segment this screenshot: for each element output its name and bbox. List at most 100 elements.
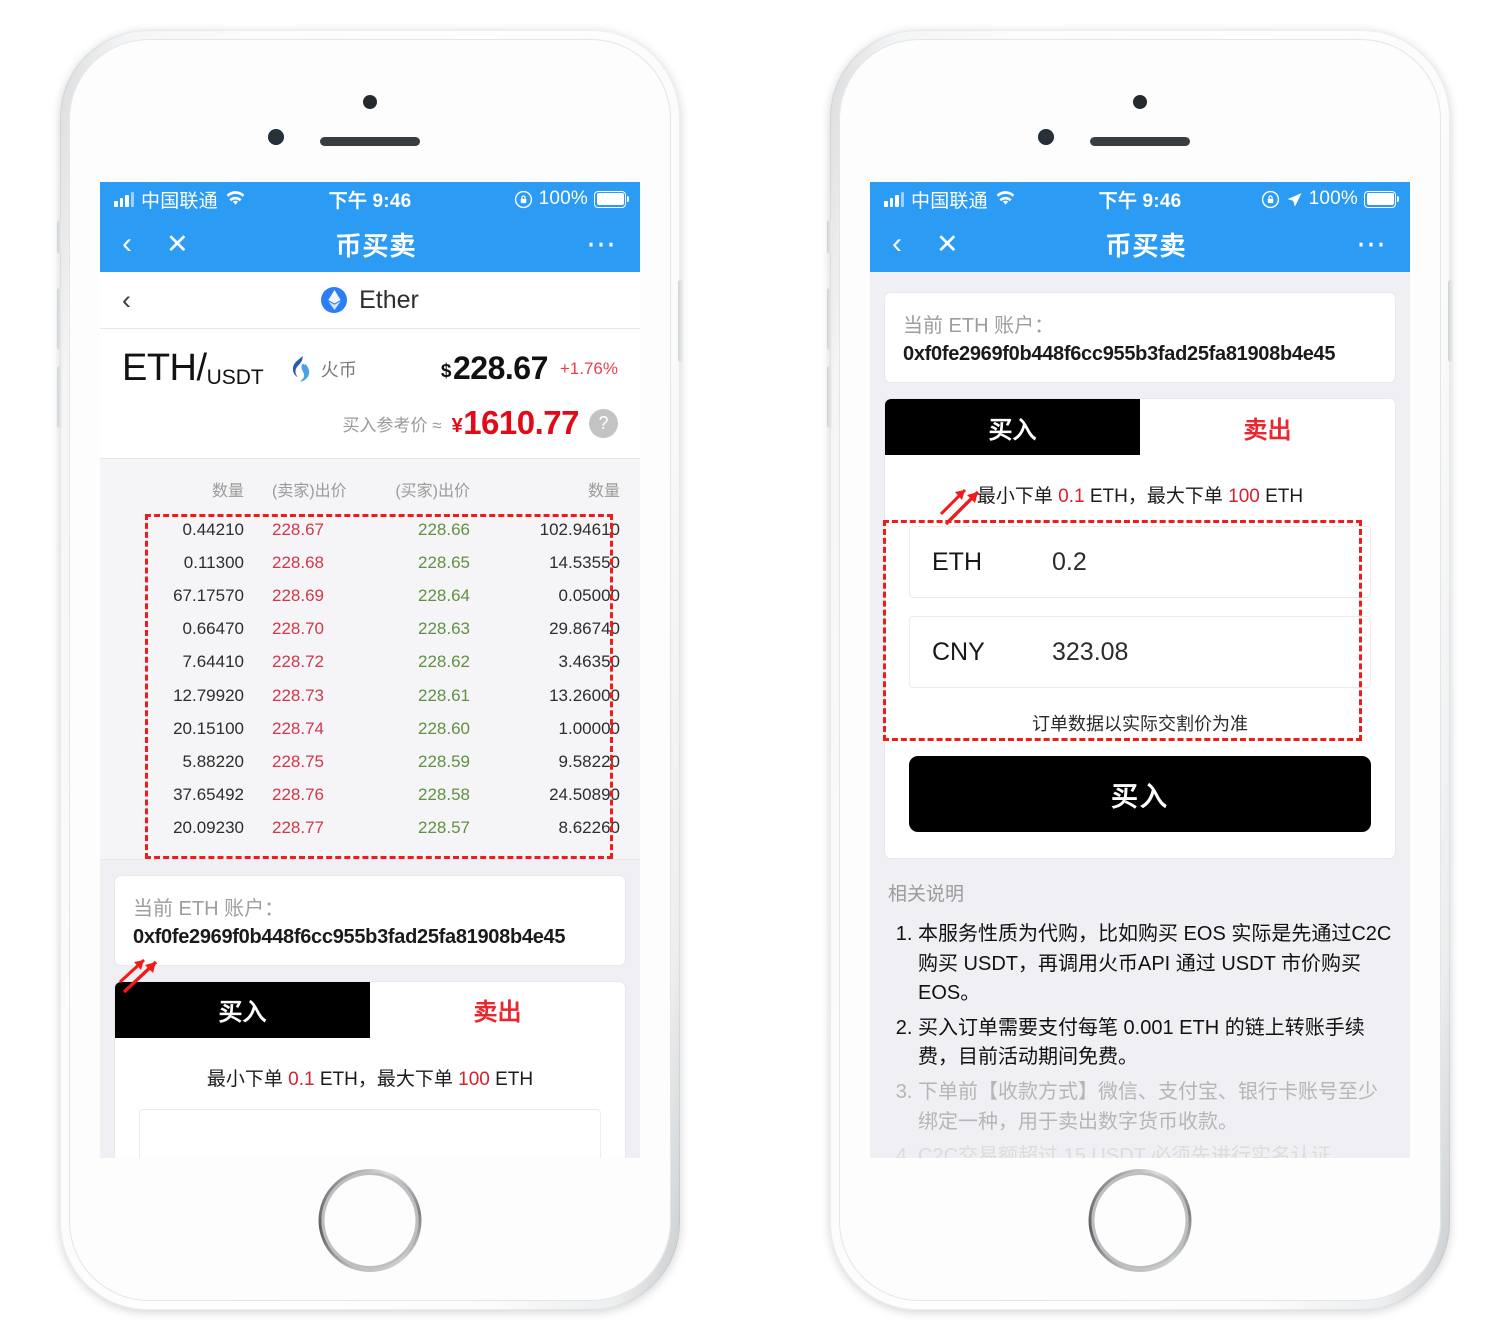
table-row: 0.11300 228.68 228.65 14.53550 — [183, 552, 620, 572]
notes-section: 相关说明 本服务性质为代购，比如购买 EOS 实际是先通过C2C购买 USDT，… — [884, 873, 1396, 1158]
usd-price: $228.67 — [440, 350, 548, 386]
orderbook-header-row: 数量 (卖家)出价 (买家)出价 数量 — [120, 471, 620, 513]
nav-close-icon[interactable]: ✕ — [936, 230, 964, 258]
account-address[interactable]: 0xf0fe2969f0b448f6cc955b3fad25fa81908b4e… — [903, 343, 1377, 366]
table-row: 5.88220 228.75 228.59 9.58220 — [182, 751, 620, 771]
orderbook-col-header: 数量 — [587, 483, 620, 500]
mute-switch[interactable] — [57, 220, 62, 254]
orderbook-body: 0.44210 228.67 228.66 102.94610 0.11300 228.… — [120, 513, 620, 845]
tab-sell[interactable]: 卖出 — [1140, 399, 1395, 455]
nav-back-icon[interactable]: ‹ — [122, 229, 150, 259]
battery-icon — [594, 190, 630, 208]
power-button[interactable] — [678, 280, 683, 362]
list-item: 本服务性质为代购，比如购买 EOS 实际是先通过C2C购买 USDT，再调用火币… — [918, 920, 1396, 1009]
reference-price-label: 买入参考价 ≈ — [342, 415, 442, 435]
list-item: C2C交易额超过 15 USDT 必须先进行实名认证。 — [918, 1142, 1396, 1158]
status-bar: 中国联通 下午 9:46 100% — [870, 182, 1410, 216]
volume-down-button[interactable] — [57, 366, 62, 428]
account-card: 当前 ETH 账户： 0xf0fe2969f0b448f6cc955b3fad2… — [114, 874, 626, 966]
proximity-sensor-icon — [1133, 95, 1147, 109]
battery-icon — [1364, 190, 1400, 208]
screen-left: 中国联通 下午 9:46 100% ‹ ✕ 币买卖 ⋯ ‹ Ether ETH/… — [100, 182, 640, 1158]
table-row: 37.65492 228.76 228.58 24.50890 — [173, 785, 620, 805]
page-body: ‹ Ether ETH/USDT 火币 $228.67 +1.76% 买入参考价… — [100, 272, 640, 1158]
nav-close-icon[interactable]: ✕ — [166, 230, 194, 258]
volume-up-button[interactable] — [827, 288, 832, 350]
signal-bars-icon — [114, 191, 134, 207]
eth-field-label: ETH — [932, 547, 982, 576]
carrier-label: 中国联通 — [141, 190, 218, 212]
question-mark-icon[interactable]: ? — [589, 408, 618, 438]
buy-button[interactable]: 买入 — [909, 756, 1371, 832]
signal-bars-icon — [884, 191, 904, 207]
volume-down-button[interactable] — [827, 366, 832, 428]
price-change-badge: +1.76% — [559, 358, 618, 378]
earpiece-speaker — [1090, 137, 1190, 146]
eth-field-value: 0.2 — [1052, 547, 1087, 576]
earpiece-speaker — [320, 137, 420, 146]
home-button[interactable] — [319, 1169, 422, 1272]
trading-pair-label: ETH/USDT — [122, 347, 264, 389]
page-title: 币买卖 — [1105, 230, 1187, 261]
page-title: 币买卖 — [335, 230, 417, 261]
power-button[interactable] — [1448, 280, 1453, 362]
wifi-icon — [226, 191, 245, 205]
account-label: 当前 ETH 账户： — [133, 897, 285, 920]
coin-header: ‹ Ether — [100, 272, 640, 329]
status-bar: 中国联通 下午 9:46 100% — [100, 182, 640, 216]
nav-bar: ‹ ✕ 币买卖 ⋯ — [870, 216, 1410, 272]
table-row: 7.64410 228.72 228.62 3.46350 — [182, 652, 620, 672]
phone-right: 中国联通 下午 9:46 100% ‹ ✕ 币买卖 ⋯ 当前 ETH 账户： 0… — [827, 30, 1453, 1310]
rotation-lock-icon — [1261, 190, 1279, 208]
tab-buy[interactable]: 买入 — [115, 981, 370, 1038]
list-item: 下单前【收款方式】微信、支付宝、银行卡账号至少绑定一种，用于卖出数字货币收款。 — [918, 1078, 1396, 1137]
more-horizontal-icon[interactable]: ⋯ — [558, 229, 618, 259]
orderbook-col-header: 数量 — [211, 483, 244, 500]
exchange-name-label: 火币 — [320, 359, 357, 380]
trade-tabs: 买入 卖出 — [115, 981, 625, 1038]
rotation-lock-icon — [514, 190, 532, 208]
mute-switch[interactable] — [827, 220, 832, 254]
settlement-note: 订单数据以实际交割价为准 — [1032, 714, 1248, 734]
page-body: 当前 ETH 账户： 0xf0fe2969f0b448f6cc955b3fad2… — [870, 272, 1410, 1158]
battery-percent-label: 100% — [538, 188, 589, 209]
table-row: 0.44210 228.67 228.66 102.94610 — [182, 519, 620, 539]
tab-buy[interactable]: 买入 — [885, 399, 1140, 455]
order-limit-note: 最小下单 0.1 ETH，最大下单 100 ETH — [206, 1068, 534, 1090]
cny-field-label: CNY — [932, 637, 985, 666]
carrier-label: 中国联通 — [911, 190, 988, 212]
list-item: 买入订单需要支付每笔 0.001 ETH 的链上转账手续费，目前活动期间免费。 — [918, 1014, 1396, 1073]
amount-input-left[interactable] — [139, 1108, 601, 1158]
more-horizontal-icon[interactable]: ⋯ — [1328, 229, 1388, 259]
orderbook-col-header: (卖家)出价 — [272, 483, 347, 500]
clock-label: 下午 9:46 — [1098, 190, 1182, 212]
account-address[interactable]: 0xf0fe2969f0b448f6cc955b3fad25fa81908b4e… — [133, 926, 607, 949]
exchange-badge: 火币 — [290, 355, 357, 382]
table-row: 67.17570 228.69 228.64 0.05000 — [173, 585, 620, 605]
cny-amount-field[interactable]: CNY 323.08 — [909, 616, 1371, 688]
table-row: 12.79920 228.73 228.61 13.26000 — [173, 685, 620, 705]
eth-amount-field[interactable]: ETH 0.2 — [909, 526, 1371, 598]
notes-list: 本服务性质为代购，比如购买 EOS 实际是先通过C2C购买 USDT，再调用火币… — [884, 920, 1396, 1158]
ethereum-logo-icon — [321, 287, 348, 313]
table-row: 20.15100 228.74 228.60 1.00000 — [173, 718, 620, 738]
coin-name-label: Ether — [359, 285, 419, 314]
orderbook-table: 数量 (卖家)出价 (买家)出价 数量 0.44210 228.67 228.66 1… — [120, 471, 620, 845]
order-limit-note: 最小下单 0.1 ETH，最大下单 100 ETH — [976, 486, 1304, 507]
tab-sell[interactable]: 卖出 — [370, 981, 625, 1038]
account-label: 当前 ETH 账户： — [903, 315, 1055, 337]
phone-left: 中国联通 下午 9:46 100% ‹ ✕ 币买卖 ⋯ ‹ Ether ETH/… — [57, 30, 683, 1310]
huobi-flame-icon — [292, 355, 309, 382]
proximity-sensor-icon — [363, 95, 377, 109]
volume-up-button[interactable] — [57, 288, 62, 350]
cny-field-value: 323.08 — [1052, 637, 1129, 666]
clock-label: 下午 9:46 — [328, 190, 412, 212]
home-button[interactable] — [1089, 1169, 1192, 1272]
location-arrow-icon — [1287, 192, 1302, 207]
nav-back-icon[interactable]: ‹ — [892, 229, 920, 259]
screen-right: 中国联通 下午 9:46 100% ‹ ✕ 币买卖 ⋯ 当前 ETH 账户： 0… — [870, 182, 1410, 1158]
orderbook-panel: 数量 (卖家)出价 (买家)出价 数量 0.44210 228.67 228.66 1… — [100, 459, 640, 860]
table-row: 0.66470 228.70 228.63 29.86740 — [182, 619, 620, 639]
nav-bar: ‹ ✕ 币买卖 ⋯ — [100, 216, 640, 272]
cny-price: ¥1610.77 — [451, 404, 580, 441]
